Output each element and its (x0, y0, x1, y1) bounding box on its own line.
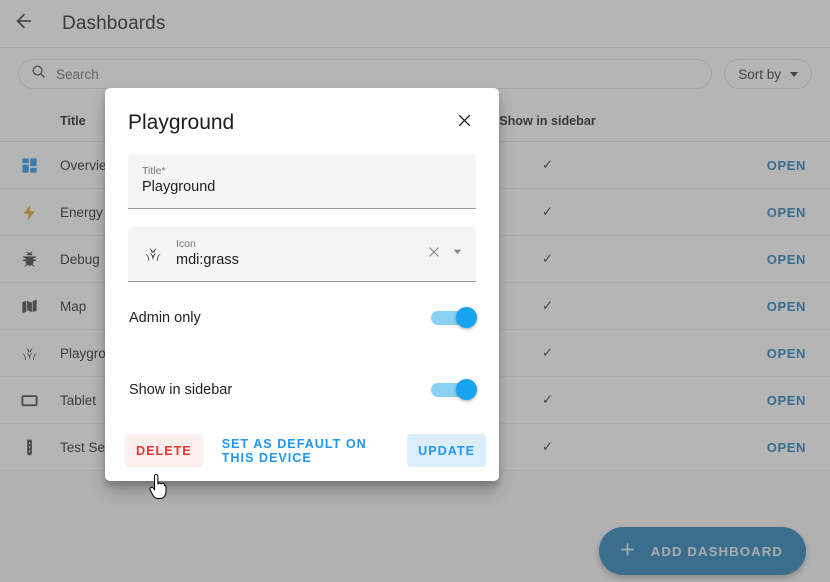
dialog-header: Playground (105, 88, 499, 138)
title-field-label: Title* (142, 164, 464, 178)
update-button[interactable]: UPDATE (407, 434, 486, 467)
dialog-actions: DELETE SET AS DEFAULT ON THIS DEVICE UPD… (105, 426, 499, 481)
admin-only-toggle[interactable] (431, 311, 475, 325)
show-in-sidebar-label: Show in sidebar (129, 382, 232, 398)
admin-only-row: Admin only (128, 282, 476, 354)
toggle-knob (456, 307, 477, 328)
grass-icon (142, 244, 164, 264)
icon-field[interactable]: Icon mdi:grass (128, 227, 476, 282)
icon-field-label: Icon (176, 237, 414, 251)
admin-only-label: Admin only (129, 310, 201, 326)
dashboards-page: Dashboards Search Sort by Title d Admin … (0, 0, 830, 582)
icon-field-value: mdi:grass (176, 251, 414, 271)
show-in-sidebar-toggle[interactable] (431, 383, 475, 397)
clear-icon[interactable] (426, 244, 442, 265)
delete-button[interactable]: DELETE (125, 434, 203, 467)
title-field[interactable]: Title* Playground (128, 154, 476, 209)
chevron-down-icon[interactable] (451, 245, 464, 263)
title-field-value: Playground (142, 178, 464, 198)
edit-dashboard-dialog: Playground Title* Playground Icon (105, 88, 499, 481)
dialog-title: Playground (128, 111, 234, 135)
close-icon (456, 112, 473, 134)
show-in-sidebar-row: Show in sidebar (128, 354, 476, 426)
toggle-knob (456, 379, 477, 400)
dialog-body: Title* Playground Icon mdi:grass (105, 138, 499, 426)
set-as-default-button[interactable]: SET AS DEFAULT ON THIS DEVICE (211, 434, 399, 467)
close-button[interactable] (449, 108, 479, 138)
